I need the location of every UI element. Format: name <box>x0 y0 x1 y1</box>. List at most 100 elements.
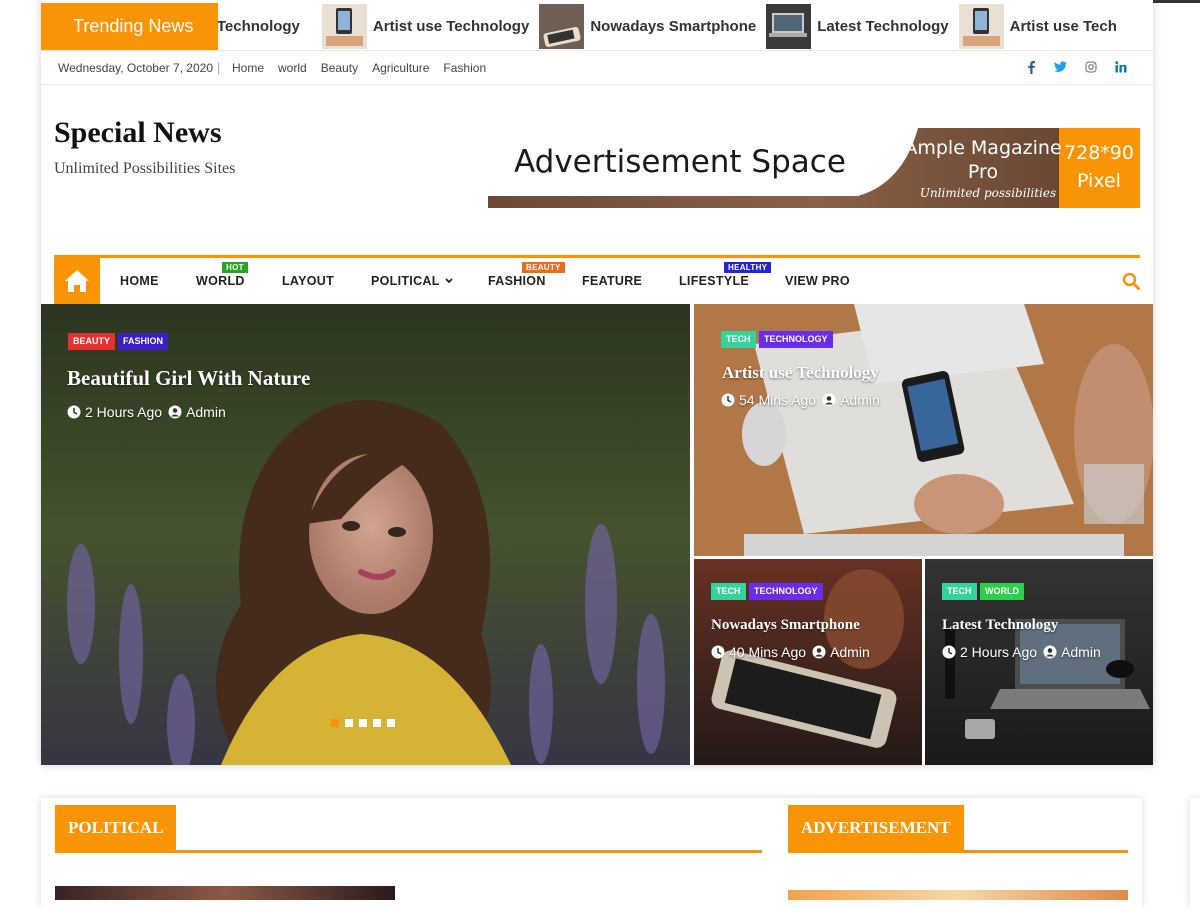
post-author[interactable]: Admin <box>186 404 226 420</box>
ad-brand-line2: Pro <box>968 161 998 183</box>
nav-item-label: LIFESTYLE <box>679 274 750 288</box>
nav-item-fashion[interactable]: BEAUTY FASHION <box>488 262 565 288</box>
post-author[interactable]: Admin <box>1061 644 1101 660</box>
site-title[interactable]: Special News <box>54 116 222 150</box>
post-author[interactable]: Admin <box>840 392 880 408</box>
ticker-item[interactable]: Artist use Technology <box>321 4 529 49</box>
ad-brand-line1: Ample Magazine <box>904 137 1061 159</box>
chevron-down-icon <box>445 278 453 284</box>
post-time: 2 Hours Ago <box>85 404 163 420</box>
category-badge-beauty[interactable]: BEAUTY <box>68 333 116 350</box>
top-link-world[interactable]: world <box>278 61 307 75</box>
nav-item-view-pro[interactable]: VIEW PRO <box>785 274 850 288</box>
post-meta: 54 Mins Ago Admin <box>721 392 880 408</box>
featured-post-bottom-right[interactable]: TECH WORLD Latest Technology 2 Hours Ago… <box>925 559 1153 765</box>
sidebar-ad-image[interactable] <box>788 890 1128 900</box>
trending-label: Trending News <box>41 3 218 50</box>
post-title[interactable]: Artist use Technology <box>722 363 879 383</box>
category-badge-world[interactable]: WORLD <box>980 583 1024 600</box>
featured-post-main[interactable]: BEAUTY FASHION Beautiful Girl With Natur… <box>41 304 690 765</box>
category-badge-technology[interactable]: TECHNOLOGY <box>749 583 823 600</box>
category-badge-tech[interactable]: TECH <box>721 331 756 348</box>
home-button[interactable] <box>54 258 100 304</box>
nav-item-home[interactable]: HOME <box>120 274 159 288</box>
ticker-item-title[interactable]: Artist use Technology <box>373 18 529 35</box>
nav-item-label: WORLD <box>196 274 245 288</box>
top-link-agriculture[interactable]: Agriculture <box>372 61 429 75</box>
section-title-political[interactable]: POLITICAL <box>55 805 177 851</box>
category-badge-tech[interactable]: TECH <box>711 583 746 600</box>
slider-dot[interactable] <box>359 719 367 727</box>
ad-text: Advertisement Space <box>514 144 846 180</box>
top-link-beauty[interactable]: Beauty <box>321 61 358 75</box>
ad-brand-sub: Unlimited possibilities <box>920 186 1056 200</box>
top-bar: Wednesday, October 7, 2020 | Home world … <box>41 51 1153 85</box>
home-icon <box>65 270 89 292</box>
post-title[interactable]: Latest Technology <box>942 617 1058 634</box>
nav-badge-healthy: HEALTHY <box>724 262 772 273</box>
nav-item-political[interactable]: POLITICAL <box>371 274 453 288</box>
user-icon <box>168 405 182 419</box>
current-date: Wednesday, October 7, 2020 <box>58 61 213 75</box>
ticker-thumbnail <box>766 4 812 49</box>
ticker-track: est Technology Artist use Technology Now… <box>191 3 1127 50</box>
instagram-icon[interactable] <box>1085 60 1097 74</box>
slider-dot[interactable] <box>387 719 395 727</box>
section-title-advertisement: ADVERTISEMENT <box>788 805 964 851</box>
nav-item-label: FASHION <box>488 274 546 288</box>
ticker-item[interactable]: Latest Technology <box>766 4 949 49</box>
linkedin-icon[interactable] <box>1115 60 1127 74</box>
featured-post-top-right[interactable]: TECH TECHNOLOGY Artist use Technology 54… <box>694 304 1153 556</box>
featured-post-meta: 2 Hours Ago Admin <box>67 404 226 420</box>
clock-icon <box>67 405 81 419</box>
top-link-home[interactable]: Home <box>232 61 264 75</box>
facebook-icon[interactable] <box>1026 60 1036 74</box>
slider-dot[interactable] <box>331 719 339 727</box>
site-tagline: Unlimited Possibilities Sites <box>54 160 236 177</box>
post-author[interactable]: Admin <box>830 644 870 660</box>
category-badge-technology[interactable]: TECHNOLOGY <box>759 331 833 348</box>
social-links <box>1026 60 1127 74</box>
twitter-icon[interactable] <box>1054 60 1067 74</box>
slider-dots <box>331 719 395 727</box>
slider-dot[interactable] <box>373 719 381 727</box>
political-post-thumbnail[interactable] <box>55 886 395 900</box>
ticker-item-title[interactable]: Latest Technology <box>817 18 948 35</box>
advertisement-banner[interactable]: Advertisement Space Ample Magazine Pro U… <box>488 128 1140 208</box>
post-title[interactable]: Nowadays Smartphone <box>711 617 860 634</box>
clock-icon <box>721 393 735 407</box>
ticker-item[interactable]: Artist use Tech <box>958 4 1117 49</box>
ticker-item-title[interactable]: Artist use Tech <box>1010 18 1117 35</box>
ad-size-line1: 728*90 <box>1064 142 1134 164</box>
user-icon <box>1043 645 1057 659</box>
ad-size-line2: Pixel <box>1077 170 1121 192</box>
nav-item-lifestyle[interactable]: HEALTHY LIFESTYLE <box>679 262 772 288</box>
trending-ticker: Trending News est Technology Artist use … <box>41 3 1153 51</box>
user-icon <box>822 393 836 407</box>
post-meta: 40 Mins Ago Admin <box>711 644 870 660</box>
side-panel-edge <box>1190 798 1200 908</box>
post-meta: 2 Hours Ago Admin <box>942 644 1101 660</box>
nav-item-feature[interactable]: FEATURE <box>582 274 642 288</box>
political-section-header: POLITICAL <box>55 805 762 853</box>
top-links: Home world Beauty Agriculture Fashion <box>232 61 486 75</box>
nav-item-layout[interactable]: LAYOUT <box>282 274 334 288</box>
section-underline <box>788 850 1128 853</box>
ticker-item[interactable]: Nowadays Smartphone <box>539 4 756 49</box>
date-separator: | <box>217 60 221 75</box>
category-badge-tech[interactable]: TECH <box>942 583 977 600</box>
nav-item-world[interactable]: HOT WORLD <box>196 262 248 288</box>
category-badge-fashion[interactable]: FASHION <box>118 333 169 350</box>
post-time: 40 Mins Ago <box>729 644 807 660</box>
nav-badge-beauty: BEAUTY <box>522 262 565 273</box>
ticker-thumbnail <box>321 4 367 49</box>
clock-icon <box>942 645 956 659</box>
advertisement-section-header: ADVERTISEMENT <box>788 805 1128 853</box>
featured-post-title[interactable]: Beautiful Girl With Nature <box>67 366 310 391</box>
featured-post-bottom-left[interactable]: TECH TECHNOLOGY Nowadays Smartphone 40 M… <box>694 559 922 765</box>
top-link-fashion[interactable]: Fashion <box>443 61 486 75</box>
search-icon[interactable] <box>1122 272 1140 290</box>
ticker-item-title[interactable]: Nowadays Smartphone <box>590 18 756 35</box>
slider-dot[interactable] <box>345 719 353 727</box>
user-icon <box>812 645 826 659</box>
